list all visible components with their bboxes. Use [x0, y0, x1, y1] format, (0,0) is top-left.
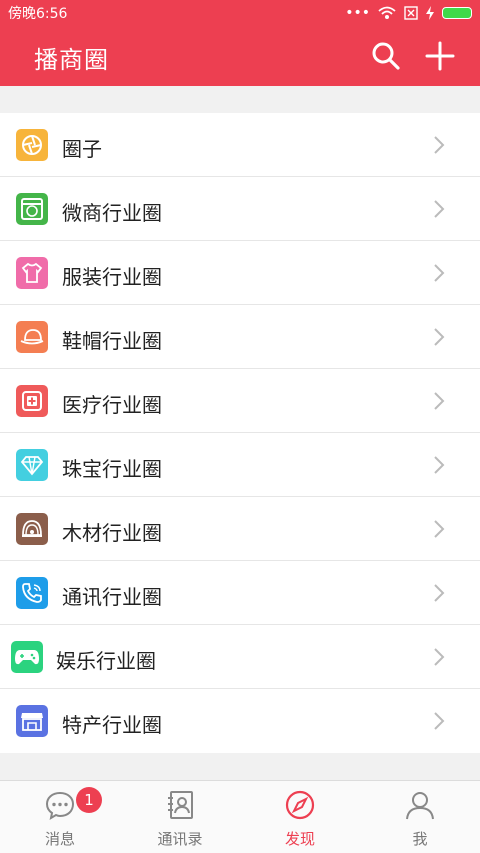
contacts-book-icon	[168, 791, 193, 819]
chevron-right-icon	[434, 520, 445, 538]
list-item-entertainment[interactable]: 娱乐行业圈	[0, 625, 480, 689]
chevron-right-icon	[434, 392, 445, 410]
tab-label: 通讯录	[157, 830, 203, 848]
shirt-icon	[16, 257, 48, 289]
list-item-medical[interactable]: 医疗行业圈	[0, 369, 480, 433]
hat-icon	[16, 321, 48, 353]
app-bar: 播商圈	[0, 26, 480, 86]
list-item-jewelry[interactable]: 珠宝行业圈	[0, 433, 480, 497]
signal-dots: •••	[345, 5, 370, 21]
diamond-icon	[16, 449, 48, 481]
tab-discover[interactable]: 发现	[240, 781, 360, 853]
list-item-label: 木材行业圈	[62, 521, 162, 545]
phone-icon	[16, 577, 48, 609]
chevron-right-icon	[434, 584, 445, 602]
list-item-label: 娱乐行业圈	[56, 649, 156, 673]
gamepad-icon	[11, 641, 43, 673]
chevron-right-icon	[434, 328, 445, 346]
list-item-label: 医疗行业圈	[62, 393, 162, 417]
aperture-icon	[16, 129, 48, 161]
list-item-circle[interactable]: 圈子	[0, 113, 480, 177]
battery-icon	[442, 7, 472, 19]
user-icon	[406, 792, 434, 820]
tab-messages[interactable]: 1 消息	[0, 781, 120, 853]
chevron-right-icon	[434, 712, 445, 730]
status-bar: 傍晚6:56 •••	[0, 0, 480, 26]
add-icon[interactable]	[424, 40, 456, 72]
list-item-telecom[interactable]: 通讯行业圈	[0, 561, 480, 625]
list-item-label: 通讯行业圈	[62, 585, 162, 609]
list-item-label: 圈子	[62, 137, 102, 161]
circle-list: 圈子 微商行业圈 服装行业圈 鞋帽行业圈 医疗行业圈 珠宝行业圈 木材行业圈 通…	[0, 113, 480, 753]
search-icon[interactable]	[370, 40, 402, 72]
unread-badge: 1	[76, 787, 102, 813]
chevron-right-icon	[434, 456, 445, 474]
list-item-local-specialty[interactable]: 特产行业圈	[0, 689, 480, 753]
chevron-right-icon	[434, 264, 445, 282]
wechat-store-icon	[16, 193, 48, 225]
list-item-clothing[interactable]: 服装行业圈	[0, 241, 480, 305]
wifi-icon	[378, 6, 396, 19]
chevron-right-icon	[434, 136, 445, 154]
list-item-wood[interactable]: 木材行业圈	[0, 497, 480, 561]
list-item-label: 鞋帽行业圈	[62, 329, 162, 353]
tab-contacts[interactable]: 通讯录	[120, 781, 240, 853]
list-item-label: 特产行业圈	[62, 713, 162, 737]
sim-off-icon	[404, 6, 418, 20]
tab-me[interactable]: 我	[360, 781, 480, 853]
tab-label: 消息	[44, 830, 75, 848]
tab-label: 我	[412, 830, 428, 848]
wood-icon	[16, 513, 48, 545]
status-icons: •••	[345, 5, 472, 21]
tab-label: 发现	[284, 830, 315, 848]
list-item-label: 珠宝行业圈	[62, 457, 162, 481]
compass-icon	[285, 790, 315, 820]
medical-kit-icon	[16, 385, 48, 417]
page-title: 播商圈	[34, 46, 109, 74]
chat-bubble-icon	[45, 791, 75, 821]
shop-icon	[16, 705, 48, 737]
list-item-label: 服装行业圈	[62, 265, 162, 289]
chevron-right-icon	[434, 648, 445, 666]
bottom-tab-bar: 1 消息 通讯录 发现 我	[0, 780, 480, 853]
status-time: 傍晚6:56	[8, 6, 68, 22]
list-item-shoes-hats[interactable]: 鞋帽行业圈	[0, 305, 480, 369]
list-item-wechat-business[interactable]: 微商行业圈	[0, 177, 480, 241]
charging-icon	[426, 6, 434, 20]
chevron-right-icon	[434, 200, 445, 218]
list-item-label: 微商行业圈	[62, 201, 162, 225]
